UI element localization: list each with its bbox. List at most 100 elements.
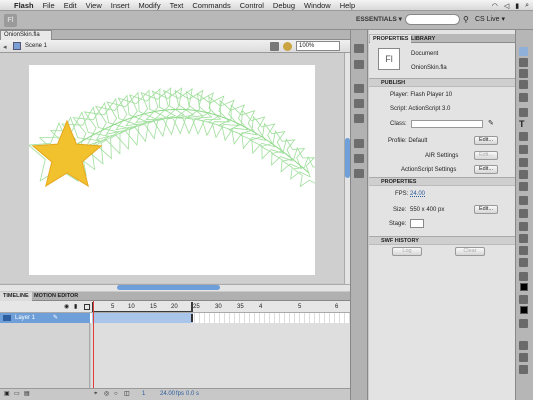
stroke-color-icon[interactable] bbox=[519, 272, 528, 281]
onion-skin-icon[interactable]: ◎ bbox=[104, 389, 109, 400]
horizontal-scroll-thumb[interactable] bbox=[117, 285, 220, 290]
stage[interactable] bbox=[27, 65, 325, 275]
tab-properties[interactable]: PROPERTIES bbox=[370, 35, 412, 43]
search-icon[interactable]: ⚲ bbox=[463, 15, 469, 24]
edit-class-pencil-icon[interactable]: ✎ bbox=[488, 119, 494, 127]
edit-multiple-frames-icon[interactable]: ◫ bbox=[124, 389, 130, 400]
menu-insert[interactable]: Insert bbox=[111, 1, 130, 10]
pencil-icon[interactable]: ✎ bbox=[53, 314, 58, 321]
stroke-color-swatch[interactable] bbox=[520, 283, 528, 291]
swap-colors-icon[interactable] bbox=[519, 319, 528, 328]
scene-label[interactable]: Scene 1 bbox=[25, 42, 47, 50]
menu-debug[interactable]: Debug bbox=[273, 1, 295, 10]
menu-view[interactable]: View bbox=[86, 1, 102, 10]
3d-rotation-tool-icon[interactable] bbox=[519, 80, 528, 89]
swf-log-button[interactable]: Log bbox=[392, 247, 422, 256]
tab-motion-editor[interactable]: MOTION EDITOR bbox=[31, 292, 81, 301]
tab-library[interactable]: LIBRARY bbox=[408, 35, 438, 43]
brush-tool-icon[interactable] bbox=[519, 170, 528, 179]
air-settings-edit-button[interactable]: Edit... bbox=[474, 151, 498, 160]
menu-edit[interactable]: Edit bbox=[64, 1, 77, 10]
new-layer-icon[interactable]: ▣ bbox=[4, 389, 10, 400]
onion-skin-markers[interactable] bbox=[92, 302, 193, 312]
profile-edit-button[interactable]: Edit... bbox=[474, 136, 498, 145]
size-edit-button[interactable]: Edit... bbox=[474, 205, 498, 214]
wifi-icon[interactable]: ◠ bbox=[492, 2, 498, 10]
section-swf-history[interactable]: SWF HISTORY bbox=[369, 236, 515, 245]
end-keyframe[interactable] bbox=[191, 314, 193, 322]
edit-scene-icon[interactable] bbox=[270, 42, 279, 51]
motion-presets-icon[interactable] bbox=[354, 169, 364, 178]
menu-file[interactable]: File bbox=[43, 1, 55, 10]
new-folder-icon[interactable]: ▭ bbox=[14, 389, 20, 400]
actionscript-settings-edit-button[interactable]: Edit... bbox=[474, 165, 498, 174]
pencil-tool-icon[interactable] bbox=[519, 158, 528, 167]
menu-control[interactable]: Control bbox=[240, 1, 264, 10]
straighten-icon[interactable] bbox=[519, 365, 528, 374]
menu-bar: Flash File Edit View Insert Modify Text … bbox=[0, 0, 533, 11]
swatches-panel-icon[interactable] bbox=[354, 60, 364, 69]
menu-modify[interactable]: Modify bbox=[139, 1, 161, 10]
pen-tool-icon[interactable] bbox=[519, 108, 528, 117]
volume-icon[interactable]: ◁ bbox=[504, 2, 509, 10]
eyedropper-tool-icon[interactable] bbox=[519, 222, 528, 231]
menu-app[interactable]: Flash bbox=[14, 1, 34, 10]
eraser-tool-icon[interactable] bbox=[519, 234, 528, 243]
section-publish[interactable]: PUBLISH bbox=[369, 78, 515, 87]
document-tab[interactable]: OnionSkin.fla bbox=[0, 30, 52, 40]
help-search-input[interactable] bbox=[405, 14, 460, 25]
battery-icon[interactable]: ▮ bbox=[515, 2, 519, 10]
selection-tool-icon[interactable] bbox=[519, 47, 528, 56]
rectangle-tool-icon[interactable] bbox=[519, 145, 528, 154]
menu-commands[interactable]: Commands bbox=[192, 1, 230, 10]
center-frame-icon[interactable]: ⌖ bbox=[94, 389, 97, 400]
paint-bucket-tool-icon[interactable] bbox=[519, 209, 528, 218]
free-transform-tool-icon[interactable] bbox=[519, 69, 528, 78]
fill-color-swatch[interactable] bbox=[520, 306, 528, 314]
delete-layer-icon[interactable]: ▤ bbox=[24, 389, 30, 400]
line-tool-icon[interactable] bbox=[519, 132, 528, 141]
edit-symbols-icon[interactable] bbox=[283, 42, 292, 51]
snap-to-objects-icon[interactable] bbox=[519, 341, 528, 350]
color-panel-icon[interactable] bbox=[354, 44, 364, 53]
tab-timeline[interactable]: TIMELINE bbox=[0, 292, 32, 301]
onion-skin-frame bbox=[281, 146, 316, 180]
swf-clear-button[interactable]: Clear bbox=[455, 247, 485, 256]
star-shape[interactable] bbox=[31, 119, 103, 188]
class-input[interactable] bbox=[411, 120, 483, 128]
section-properties[interactable]: PROPERTIES bbox=[369, 177, 515, 186]
outline-icon[interactable] bbox=[84, 304, 90, 310]
frame-span-selection[interactable] bbox=[92, 313, 193, 323]
show-hide-icon[interactable]: ◉ bbox=[64, 303, 69, 310]
lasso-tool-icon[interactable] bbox=[519, 93, 528, 102]
stage-color-swatch[interactable] bbox=[410, 219, 424, 228]
hand-tool-icon[interactable] bbox=[519, 246, 528, 255]
spotlight-icon[interactable]: ⌕ bbox=[525, 2, 529, 10]
playhead[interactable] bbox=[93, 301, 94, 388]
components-icon[interactable] bbox=[354, 154, 364, 163]
zoom-select[interactable]: 100% bbox=[296, 41, 340, 51]
code-snippets-icon[interactable] bbox=[354, 139, 364, 148]
align-panel-icon[interactable] bbox=[354, 84, 364, 93]
fill-color-icon[interactable] bbox=[519, 295, 528, 304]
transform-panel-icon[interactable] bbox=[354, 114, 364, 123]
back-arrow-icon[interactable]: ◂ bbox=[3, 43, 7, 51]
deco-tool-icon[interactable] bbox=[519, 182, 528, 191]
bone-tool-icon[interactable] bbox=[519, 196, 528, 205]
smooth-icon[interactable] bbox=[519, 353, 528, 362]
current-frame[interactable]: 1 bbox=[142, 389, 145, 400]
workspace-switcher[interactable]: ESSENTIALS ▾ bbox=[356, 14, 402, 25]
cs-live-menu[interactable]: CS Live ▾ bbox=[475, 14, 505, 25]
fps-value[interactable]: 24.00 bbox=[410, 190, 425, 198]
text-tool-icon[interactable]: T bbox=[519, 119, 525, 129]
zoom-tool-icon[interactable] bbox=[519, 258, 528, 267]
onion-outlines-icon[interactable]: ○ bbox=[114, 389, 118, 400]
info-panel-icon[interactable] bbox=[354, 99, 364, 108]
menu-help[interactable]: Help bbox=[340, 1, 355, 10]
layer-row-layer-1[interactable]: Layer 1 bbox=[0, 313, 90, 323]
menu-window[interactable]: Window bbox=[304, 1, 331, 10]
menu-text[interactable]: Text bbox=[170, 1, 184, 10]
frame-rate[interactable]: 24.00 bbox=[160, 389, 175, 400]
lock-icon[interactable]: ▮ bbox=[74, 303, 77, 310]
subselection-tool-icon[interactable] bbox=[519, 58, 528, 67]
